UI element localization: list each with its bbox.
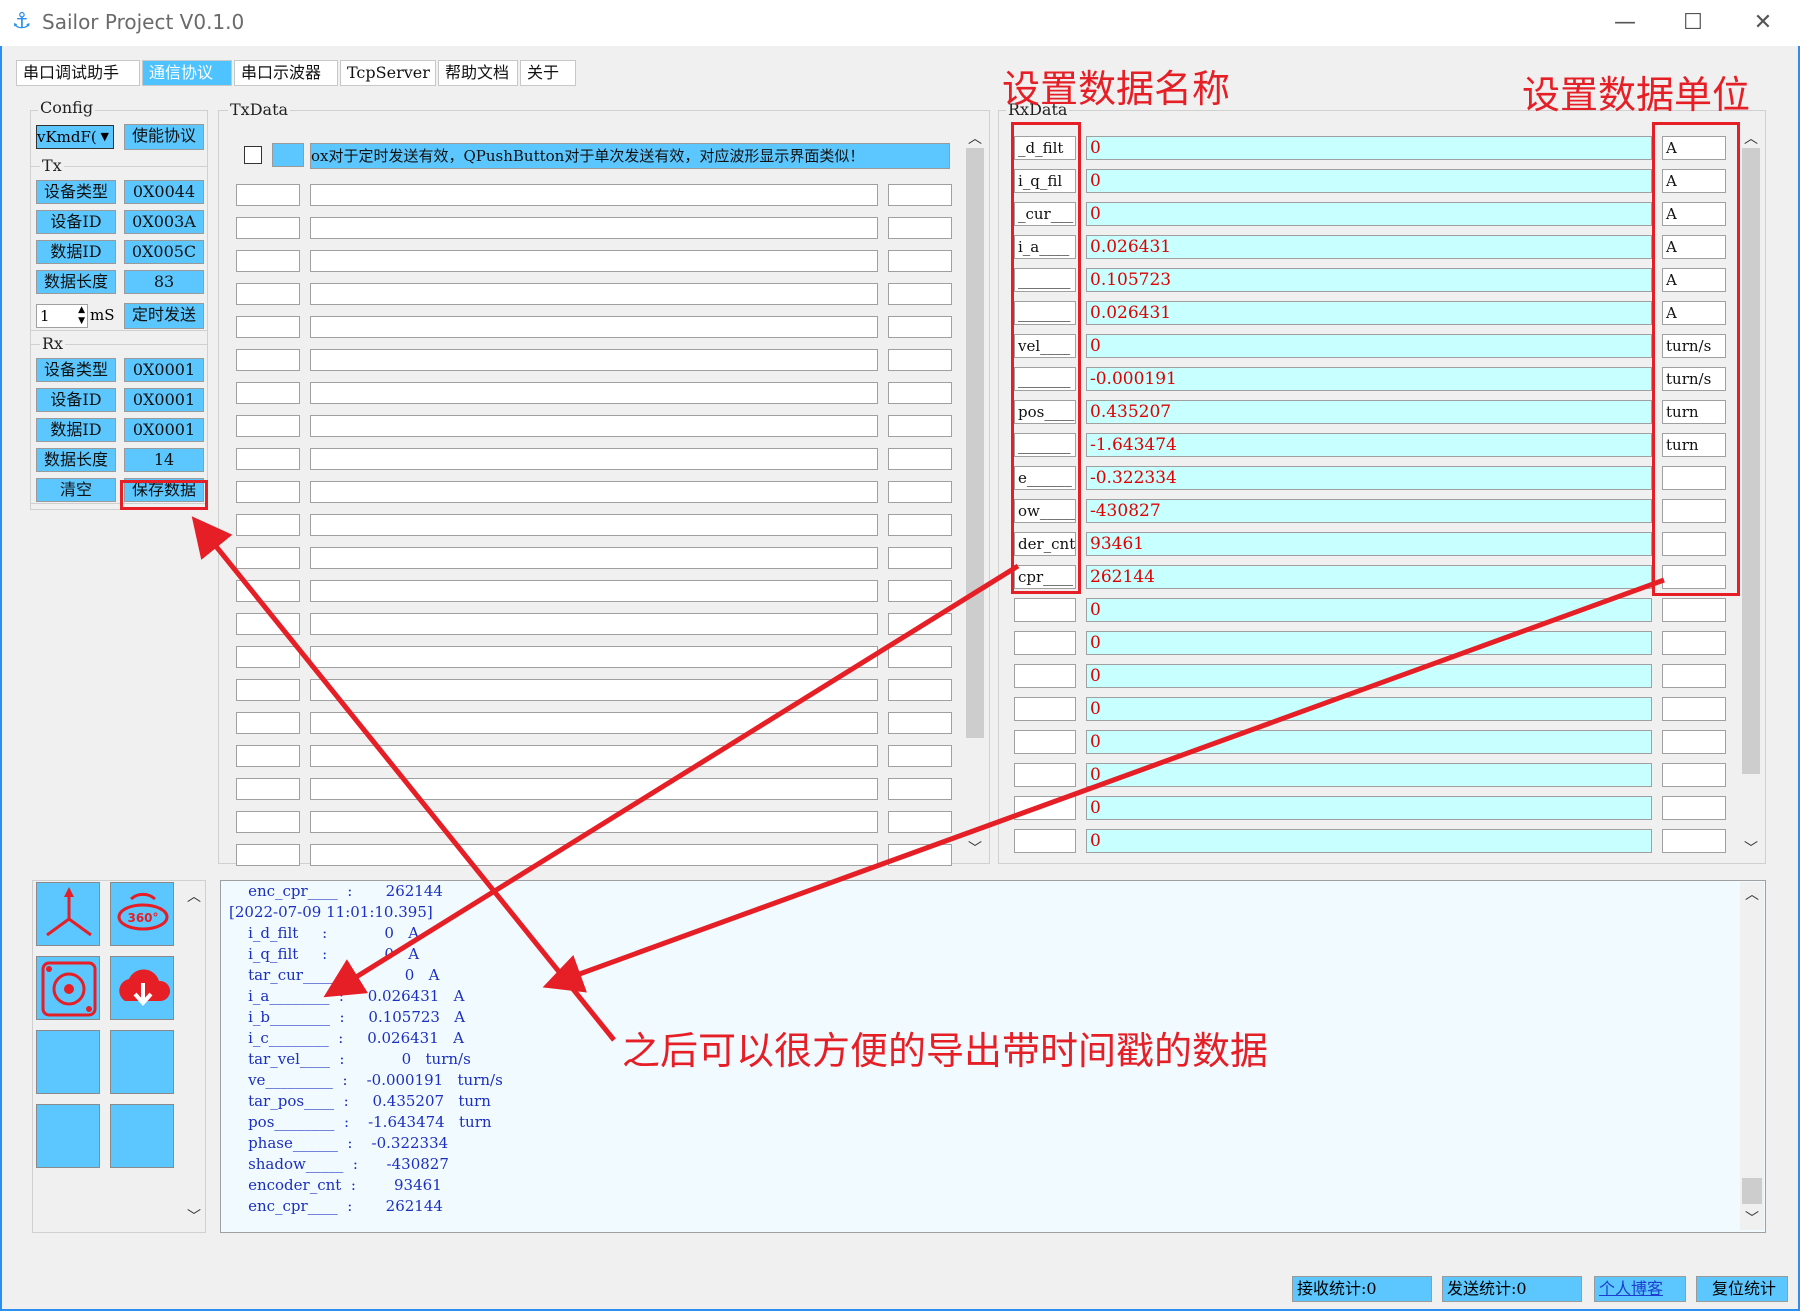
- reset-stats-button[interactable]: 复位统计: [1696, 1276, 1788, 1302]
- rx-count-status: 接收统计:0: [1292, 1276, 1432, 1302]
- blog-link[interactable]: 个人博客: [1594, 1276, 1686, 1302]
- tx-count-status: 发送统计:0: [1442, 1276, 1582, 1302]
- arrow-name-to-log: [323, 563, 1020, 998]
- arrow-unit-to-log: [542, 577, 1665, 993]
- arrow-export-to-save: [191, 516, 616, 1042]
- annotation-arrows: [191, 516, 1665, 1042]
